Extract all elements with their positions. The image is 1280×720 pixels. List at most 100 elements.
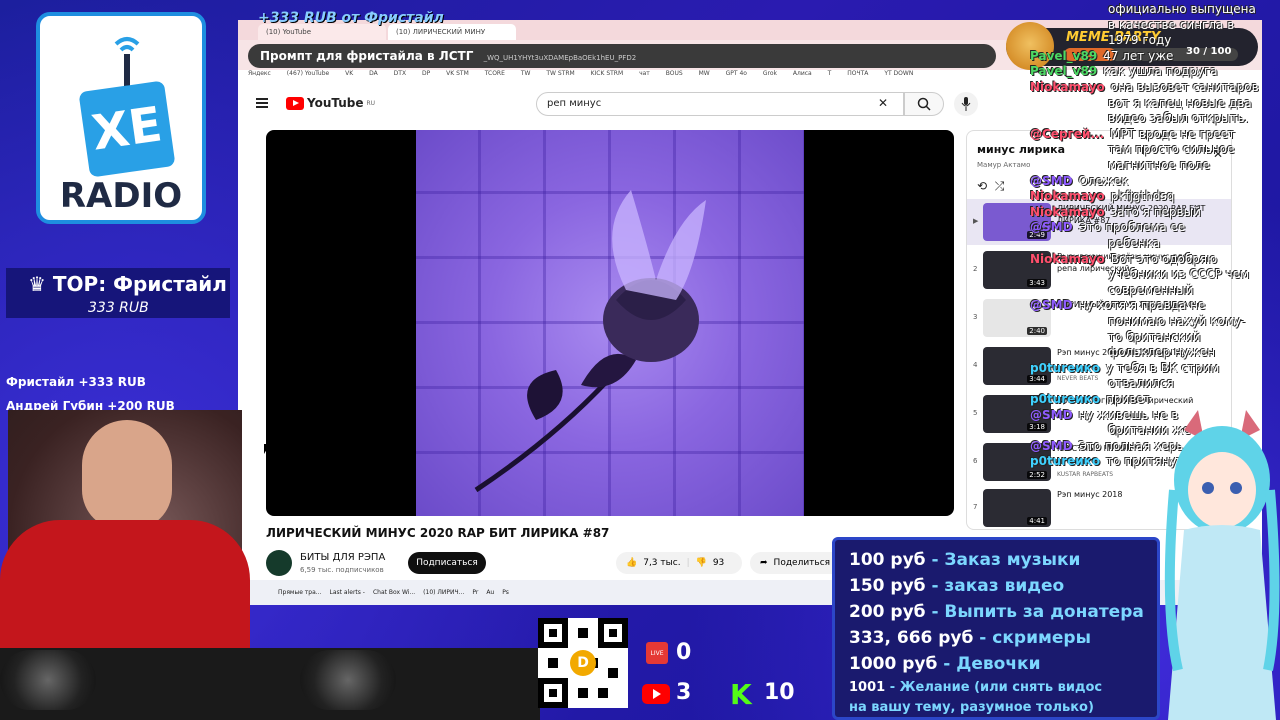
chat-message: фольклер нужен [1108, 345, 1215, 359]
top-donor-title: ♛ TOP: Фристайл [28, 272, 227, 296]
taskbar-item[interactable]: Au [486, 589, 494, 596]
like-count: 7,3 тыс. [643, 558, 681, 568]
chat-message: p0tureико у тебя в ВК стрим [1030, 361, 1219, 375]
taskbar-item[interactable]: Last alerts - [330, 589, 365, 596]
bookmark[interactable]: DP [422, 70, 430, 77]
chat-text: Олежек [1078, 173, 1129, 188]
video-player[interactable] [266, 130, 954, 516]
chat-message: то британский [1108, 330, 1201, 344]
taskbar-item[interactable]: Прямые тра... [278, 589, 322, 596]
live-viewer-count: 0 [676, 640, 692, 665]
bookmark[interactable]: TW [521, 70, 531, 77]
clear-search-icon[interactable]: ✕ [878, 96, 888, 110]
jog-wheel [0, 650, 96, 710]
menu-icon[interactable] [256, 98, 268, 108]
chat-text: у тебя в ВК стрим [1106, 360, 1220, 375]
chat-nick: @SMD [1030, 438, 1073, 453]
chat-text: видео забыл открыть. [1108, 111, 1249, 126]
chat-message: Niokamayo Вот это одобряю [1030, 252, 1217, 266]
shuffle-icon[interactable]: ⤮ [995, 179, 1005, 193]
price-row: 333, 666 руб - скримеры [849, 628, 1091, 648]
taskbar-item[interactable]: Pr [472, 589, 478, 596]
chat-message: @SMD Это проблема ее [1030, 220, 1185, 234]
bookmark[interactable]: YT DOWN [884, 70, 913, 77]
chat-message: ребенка [1108, 236, 1160, 250]
video-title: ЛИРИЧЕСКИЙ МИНУС 2020 RAP БИТ ЛИРИКА #87 [266, 526, 610, 540]
bookmark[interactable]: VK STM [446, 70, 469, 77]
taskbar-item[interactable]: Ps [502, 589, 509, 596]
channel-name[interactable]: БИТЫ ДЛЯ РЭПА [300, 552, 385, 563]
address-url[interactable]: _WQ_UH1YHYt3uXDAMEpBaOEk1hEU_PFD2 [484, 54, 637, 62]
bookmark[interactable]: ПОЧТА [847, 70, 868, 77]
chat-message: Niokamayo она вызовет санитаров [1030, 80, 1259, 94]
chat-message: Niokamayo pkfjgthdsq [1030, 189, 1174, 203]
chat-message: @SMD ну живешь не в [1030, 408, 1178, 422]
bookmark[interactable]: VK [345, 70, 353, 77]
bookmark[interactable]: чат [639, 70, 650, 77]
thumbs-down-icon[interactable]: 👎 [696, 558, 707, 568]
chat-text: понимаю нахуй кому- [1108, 314, 1246, 328]
chat-nick: Pavel_v89 [1030, 64, 1098, 79]
chat-message: официально выпущена [1108, 2, 1256, 16]
item-index: 5 [973, 409, 978, 417]
bookmark[interactable]: KICK STRM [591, 70, 624, 77]
bookmark[interactable]: TW STRM [546, 70, 574, 77]
bookmark[interactable]: (467) YouTube [287, 70, 329, 77]
microphone-icon[interactable] [954, 92, 978, 116]
item-index: 2 [973, 265, 978, 273]
bookmark[interactable]: DA [369, 70, 378, 77]
chat-text: зато я первый [1110, 204, 1201, 219]
logo-badge: XE [78, 80, 176, 178]
chat-message: 1979 году [1108, 33, 1171, 47]
chat-nick: Niokamayo [1030, 204, 1105, 219]
chat-text: pkfjgthdsq [1110, 189, 1175, 204]
channel-avatar[interactable] [266, 550, 292, 576]
chat-nick: p0tureико [1030, 360, 1101, 375]
thumbs-up-icon: 👍 [626, 558, 638, 568]
dj-controller [0, 648, 540, 720]
chat-message: отвалился [1108, 376, 1174, 390]
chat-nick: @SMD [1030, 298, 1073, 313]
like-button[interactable]: 👍 7,3 тыс. | 👎 93 [616, 552, 742, 574]
chat-text: ну хотя я правда не [1078, 298, 1206, 313]
search-input[interactable]: реп минус [536, 92, 904, 116]
tab-youtube[interactable]: (10) YouTube [258, 24, 386, 40]
region-label: RU [366, 99, 376, 107]
bookmark[interactable]: Алиса [793, 70, 812, 77]
youtube-play-icon [286, 96, 304, 110]
subscribe-button[interactable]: Подписаться [408, 552, 486, 574]
bookmark[interactable]: GPT 4o [726, 70, 747, 77]
bookmark[interactable]: T [828, 70, 832, 77]
taskbar-item[interactable]: Chat Box Wi... [373, 589, 415, 596]
loop-icon[interactable]: ⟲ [977, 179, 987, 193]
search-button[interactable] [904, 92, 944, 116]
playlist-controls: ⟲ ⤮ [977, 179, 1004, 194]
share-button[interactable]: ➦ Поделиться [750, 552, 842, 574]
item-index: 3 [973, 313, 978, 321]
taskbar-item[interactable]: (10) ЛИРИЧ... [423, 589, 464, 596]
bookmark[interactable]: DTX [394, 70, 406, 77]
chat-nick: @Сергей... [1030, 126, 1105, 141]
chat-message: вот я капец новые два [1108, 96, 1252, 110]
youtube-logo[interactable]: YouTube RU [286, 96, 375, 110]
tab-current-video[interactable]: (10) ЛИРИЧЕСКИЙ МИНУ [388, 24, 516, 40]
chat-text: отвалился [1108, 376, 1174, 391]
price-row: 200 руб - Выпить за донатера [849, 602, 1144, 622]
chat-nick: p0tureико [1030, 392, 1101, 406]
chat-message: @SMD Олежек [1030, 174, 1129, 188]
mouse-cursor-icon [264, 444, 270, 454]
chat-text: она вызовет санитаров [1110, 80, 1259, 94]
jog-wheel [300, 650, 396, 710]
bookmark[interactable]: TCORE [485, 70, 505, 77]
bookmark[interactable]: Яндекс [248, 70, 271, 77]
bookmark[interactable]: Grok [763, 70, 777, 77]
chat-text: привет [1106, 392, 1151, 406]
bookmark[interactable]: MW [699, 70, 710, 77]
chat-message: там просто сильное [1108, 142, 1234, 156]
chat-text: 1979 году [1108, 33, 1172, 48]
live-icon: LIVE [646, 642, 668, 664]
video-frame [416, 130, 804, 516]
vtuber-avatar [1164, 410, 1280, 720]
bookmark[interactable]: BOUS [666, 70, 683, 77]
kick-viewer-count: 10 [764, 680, 795, 705]
